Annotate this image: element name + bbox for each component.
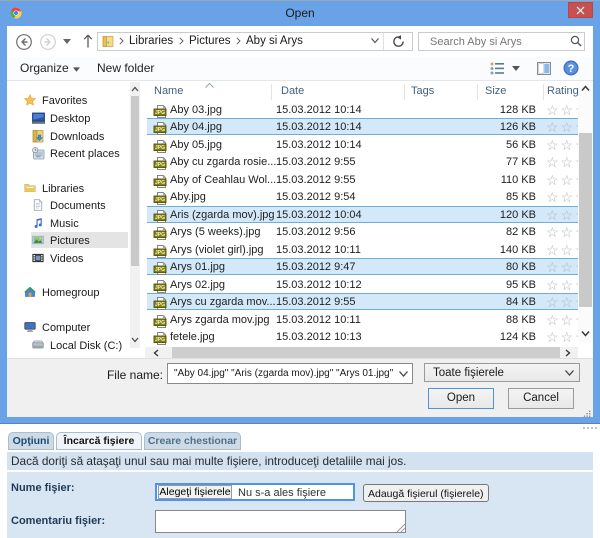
svg-text:JPG: JPG	[155, 215, 165, 221]
svg-text:JPG: JPG	[155, 267, 165, 273]
svg-text:JPG: JPG	[155, 110, 165, 116]
svg-text:JPG: JPG	[155, 250, 165, 256]
svg-text:JPG: JPG	[155, 197, 165, 203]
svg-text:JPG: JPG	[155, 285, 165, 291]
svg-text:JPG: JPG	[155, 337, 165, 343]
svg-text:JPG: JPG	[155, 162, 165, 168]
svg-text:JPG: JPG	[155, 302, 165, 308]
svg-text:JPG: JPG	[155, 232, 165, 238]
svg-text:?: ?	[568, 63, 575, 75]
svg-text:JPG: JPG	[155, 127, 165, 133]
svg-text:JPG: JPG	[155, 180, 165, 186]
svg-text:JPG: JPG	[155, 145, 165, 151]
svg-text:JPG: JPG	[155, 320, 165, 326]
